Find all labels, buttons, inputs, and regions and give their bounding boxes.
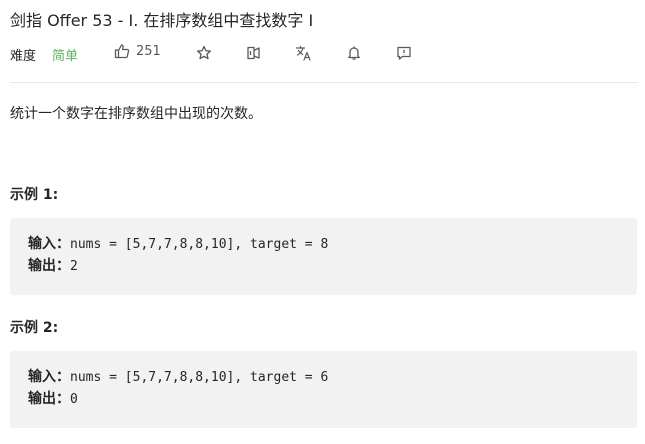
star-icon <box>196 45 212 61</box>
output-value: 2 <box>70 259 78 274</box>
thumbs-up-icon <box>114 43 130 59</box>
share-button[interactable] <box>244 43 264 63</box>
example-1-heading: 示例 1: <box>10 187 59 203</box>
problem-title: 剑指 Offer 53 - I. 在排序数组中查找数字 I <box>10 11 314 30</box>
example-2-output-line: 输出：0 <box>28 388 637 410</box>
likes-count: 251 <box>136 43 161 59</box>
input-label: 输入： <box>28 369 70 385</box>
output-label: 输出： <box>28 258 70 274</box>
header-divider <box>10 82 638 83</box>
example-2-heading: 示例 2: <box>10 320 59 336</box>
like-button[interactable]: 251 <box>114 43 161 59</box>
bell-icon <box>346 45 362 61</box>
example-2-code-block: 输入：nums = [5,7,7,8,8,10], target = 6 输出：… <box>10 351 637 428</box>
output-label: 输出： <box>28 391 70 407</box>
favorite-button[interactable] <box>194 43 214 63</box>
feedback-icon <box>396 45 412 61</box>
difficulty-badge: 简单 <box>52 49 79 64</box>
example-1-output-line: 输出：2 <box>28 255 637 277</box>
input-value: nums = [5,7,7,8,8,10], target = 8 <box>70 237 329 252</box>
example-1-input-line: 输入：nums = [5,7,7,8,8,10], target = 8 <box>28 233 637 255</box>
translate-button[interactable] <box>294 43 314 63</box>
problem-meta-bar: 难度 简单 251 <box>10 42 638 64</box>
input-value: nums = [5,7,7,8,8,10], target = 6 <box>70 370 329 385</box>
example-1-code-block: 输入：nums = [5,7,7,8,8,10], target = 8 输出：… <box>10 218 637 295</box>
problem-description: 统计一个数字在排序数组中出现的次数。 <box>10 106 262 122</box>
difficulty-label: 难度 <box>10 49 37 64</box>
input-label: 输入： <box>28 236 70 252</box>
feedback-button[interactable] <box>394 43 414 63</box>
example-2-input-line: 输入：nums = [5,7,7,8,8,10], target = 6 <box>28 366 637 388</box>
output-value: 0 <box>70 392 78 407</box>
share-icon <box>246 45 262 61</box>
translate-icon <box>295 45 313 61</box>
subscribe-button[interactable] <box>344 43 364 63</box>
